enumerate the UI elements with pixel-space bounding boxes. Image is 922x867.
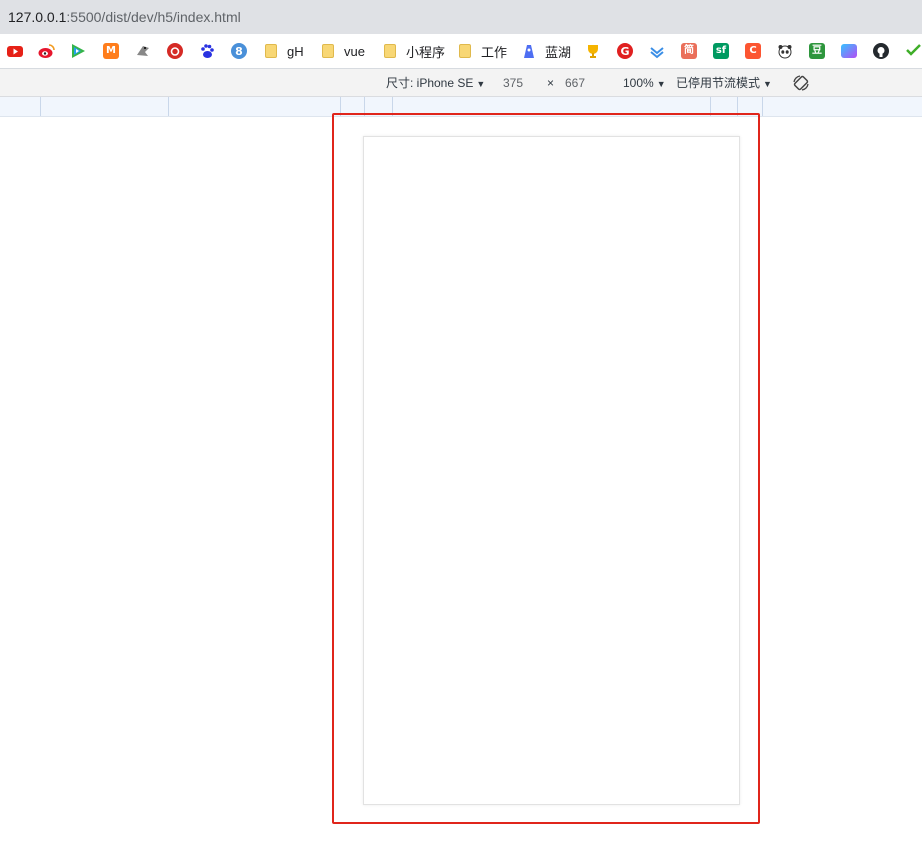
dimension-separator: ×	[547, 76, 555, 90]
lanhu-icon	[524, 45, 534, 58]
segmentfault-icon: sf	[713, 43, 729, 59]
youtube-icon	[7, 46, 23, 57]
zoom-select[interactable]: 100% ▼	[623, 76, 666, 91]
eight-icon: 8	[231, 43, 247, 59]
bookmark-layers[interactable]	[649, 42, 665, 60]
bookmark-g-circle[interactable]: G	[617, 42, 633, 60]
folder-icon	[322, 44, 334, 58]
url-host: 127.0.0.1	[8, 9, 67, 25]
bookmark-folder-miniprogram[interactable]: 小程序	[384, 42, 445, 60]
bookmark-mango-tv[interactable]: M	[103, 42, 119, 60]
url-path: :5500/dist/dev/h5/index.html	[66, 9, 241, 25]
bookmark-label: 工作	[481, 44, 508, 60]
device-dimensions-select[interactable]: 尺寸: iPhone SE ▼	[386, 76, 485, 91]
bookmark-github[interactable]	[873, 42, 889, 60]
rotate-button[interactable]	[792, 74, 810, 95]
throttle-label: 已停用节流模式	[676, 76, 761, 90]
device-width-input[interactable]: 375	[503, 76, 523, 90]
bookmark-trophy[interactable]	[585, 42, 601, 60]
device-height-input[interactable]: 667	[565, 76, 585, 90]
bookmark-label: vue	[344, 43, 365, 59]
bird-icon	[137, 46, 149, 56]
panda-icon	[778, 45, 792, 59]
bookmark-segmentfault[interactable]: sf	[713, 42, 729, 60]
bookmark-jianshu[interactable]: 简	[681, 42, 697, 60]
bookmark-panda[interactable]	[777, 42, 793, 60]
trophy-icon	[588, 45, 598, 58]
bookmark-lanhu[interactable]: 蓝湖	[522, 42, 571, 60]
bookmark-label: 小程序	[406, 44, 446, 60]
svg-text:G: G	[620, 45, 629, 58]
hao-icon	[906, 44, 921, 56]
weibo-icon	[38, 44, 55, 58]
bookmark-eight[interactable]: 8	[231, 42, 247, 60]
bookmark-tencent-video[interactable]	[70, 42, 86, 60]
layers-icon	[650, 47, 664, 59]
address-bar[interactable]: 127.0.0.1:5500/dist/dev/h5/index.html	[0, 0, 922, 34]
netease-music-icon	[167, 43, 183, 59]
bookmark-hao[interactable]	[905, 42, 922, 60]
bookmark-label: 蓝湖	[545, 44, 572, 60]
zoom-label: 100%	[623, 76, 654, 90]
bookmark-netease-music[interactable]	[167, 42, 183, 60]
bookmark-folder-work[interactable]: 工作	[459, 42, 507, 60]
dimensions-label: 尺寸: iPhone SE	[386, 76, 474, 90]
folder-icon	[459, 44, 471, 58]
bookmark-csdn[interactable]: C	[745, 42, 761, 60]
caret-down-icon: ▼	[476, 79, 486, 89]
bookmark-baidu[interactable]	[199, 42, 215, 60]
bookmark-douban[interactable]: 豆	[809, 42, 825, 60]
folder-icon	[265, 44, 277, 58]
jianshu-icon: 简	[681, 43, 697, 59]
github-icon	[873, 43, 889, 59]
url-text[interactable]: 127.0.0.1:5500/dist/dev/h5/index.html	[8, 8, 241, 26]
c-icon: C	[745, 43, 761, 59]
bookmark-iconfont[interactable]	[841, 42, 857, 60]
folder-icon	[384, 44, 396, 58]
bookmark-folder-vue[interactable]: vue	[322, 42, 365, 60]
douban-icon: 豆	[809, 43, 825, 59]
bookmark-folder-gh[interactable]: gH	[265, 42, 304, 60]
tencent-video-icon	[72, 44, 85, 58]
mango-tv-icon: M	[103, 43, 119, 59]
bookmark-bird[interactable]	[135, 42, 151, 60]
rotate-icon	[793, 75, 809, 91]
media-query-marker	[40, 97, 41, 116]
baidu-icon	[201, 44, 214, 58]
device-viewport[interactable]	[363, 136, 740, 805]
caret-down-icon: ▼	[763, 79, 772, 89]
device-toolbar: 尺寸: iPhone SE ▼ 375 × 667 100% ▼ 已停用节流模式 ▼	[0, 69, 922, 97]
iconfont-icon	[841, 44, 857, 58]
throttle-select[interactable]: 已停用节流模式 ▼	[676, 76, 772, 91]
media-query-marker	[762, 97, 763, 116]
g-circle-icon: G	[617, 43, 633, 59]
bookmarks-bar: M 8 gH vue 小程序 工作 蓝湖 G 简 sf C 豆	[0, 34, 922, 69]
svg-text:8: 8	[235, 45, 243, 58]
bookmark-youtube[interactable]	[7, 42, 23, 60]
bookmark-label: gH	[287, 43, 304, 59]
caret-down-icon: ▼	[656, 79, 666, 89]
media-query-marker	[168, 97, 169, 116]
bookmark-weibo[interactable]	[38, 42, 55, 60]
